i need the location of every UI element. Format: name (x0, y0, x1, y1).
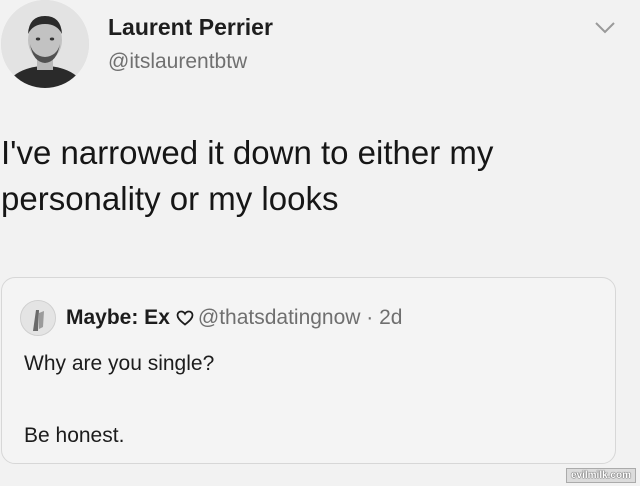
author-avatar[interactable] (1, 0, 89, 88)
tweet-text-line: personality or my looks (1, 180, 339, 217)
quoted-tweet[interactable]: Maybe: Ex @thatsdatingnow · 2d Why are yo… (1, 277, 616, 464)
profile-photo-icon (1, 0, 89, 88)
quoted-tweet-header: Maybe: Ex @thatsdatingnow · 2d (66, 306, 402, 332)
watermark: evilmilk.com (565, 468, 636, 483)
heart-outline-icon (176, 308, 194, 332)
quoted-tweet-text: Be honest. (24, 424, 125, 447)
chevron-down-icon[interactable] (594, 20, 616, 36)
author-name[interactable]: Laurent Perrier (108, 14, 273, 41)
quoted-tweet-text: Why are you single? (24, 352, 215, 375)
tweet-card: Laurent Perrier @itslaurentbtw I've narr… (0, 0, 640, 486)
tweet-text-line: I've narrowed it down to either my (1, 134, 494, 171)
profile-photo-icon (21, 301, 55, 335)
quoted-author-avatar[interactable] (20, 300, 56, 336)
quoted-author-name[interactable]: Maybe: Ex (66, 306, 170, 329)
quoted-author-handle-time[interactable]: @thatsdatingnow · 2d (198, 306, 403, 329)
author-handle[interactable]: @itslaurentbtw (108, 50, 247, 74)
tweet-text: I've narrowed it down to either my perso… (1, 130, 621, 222)
